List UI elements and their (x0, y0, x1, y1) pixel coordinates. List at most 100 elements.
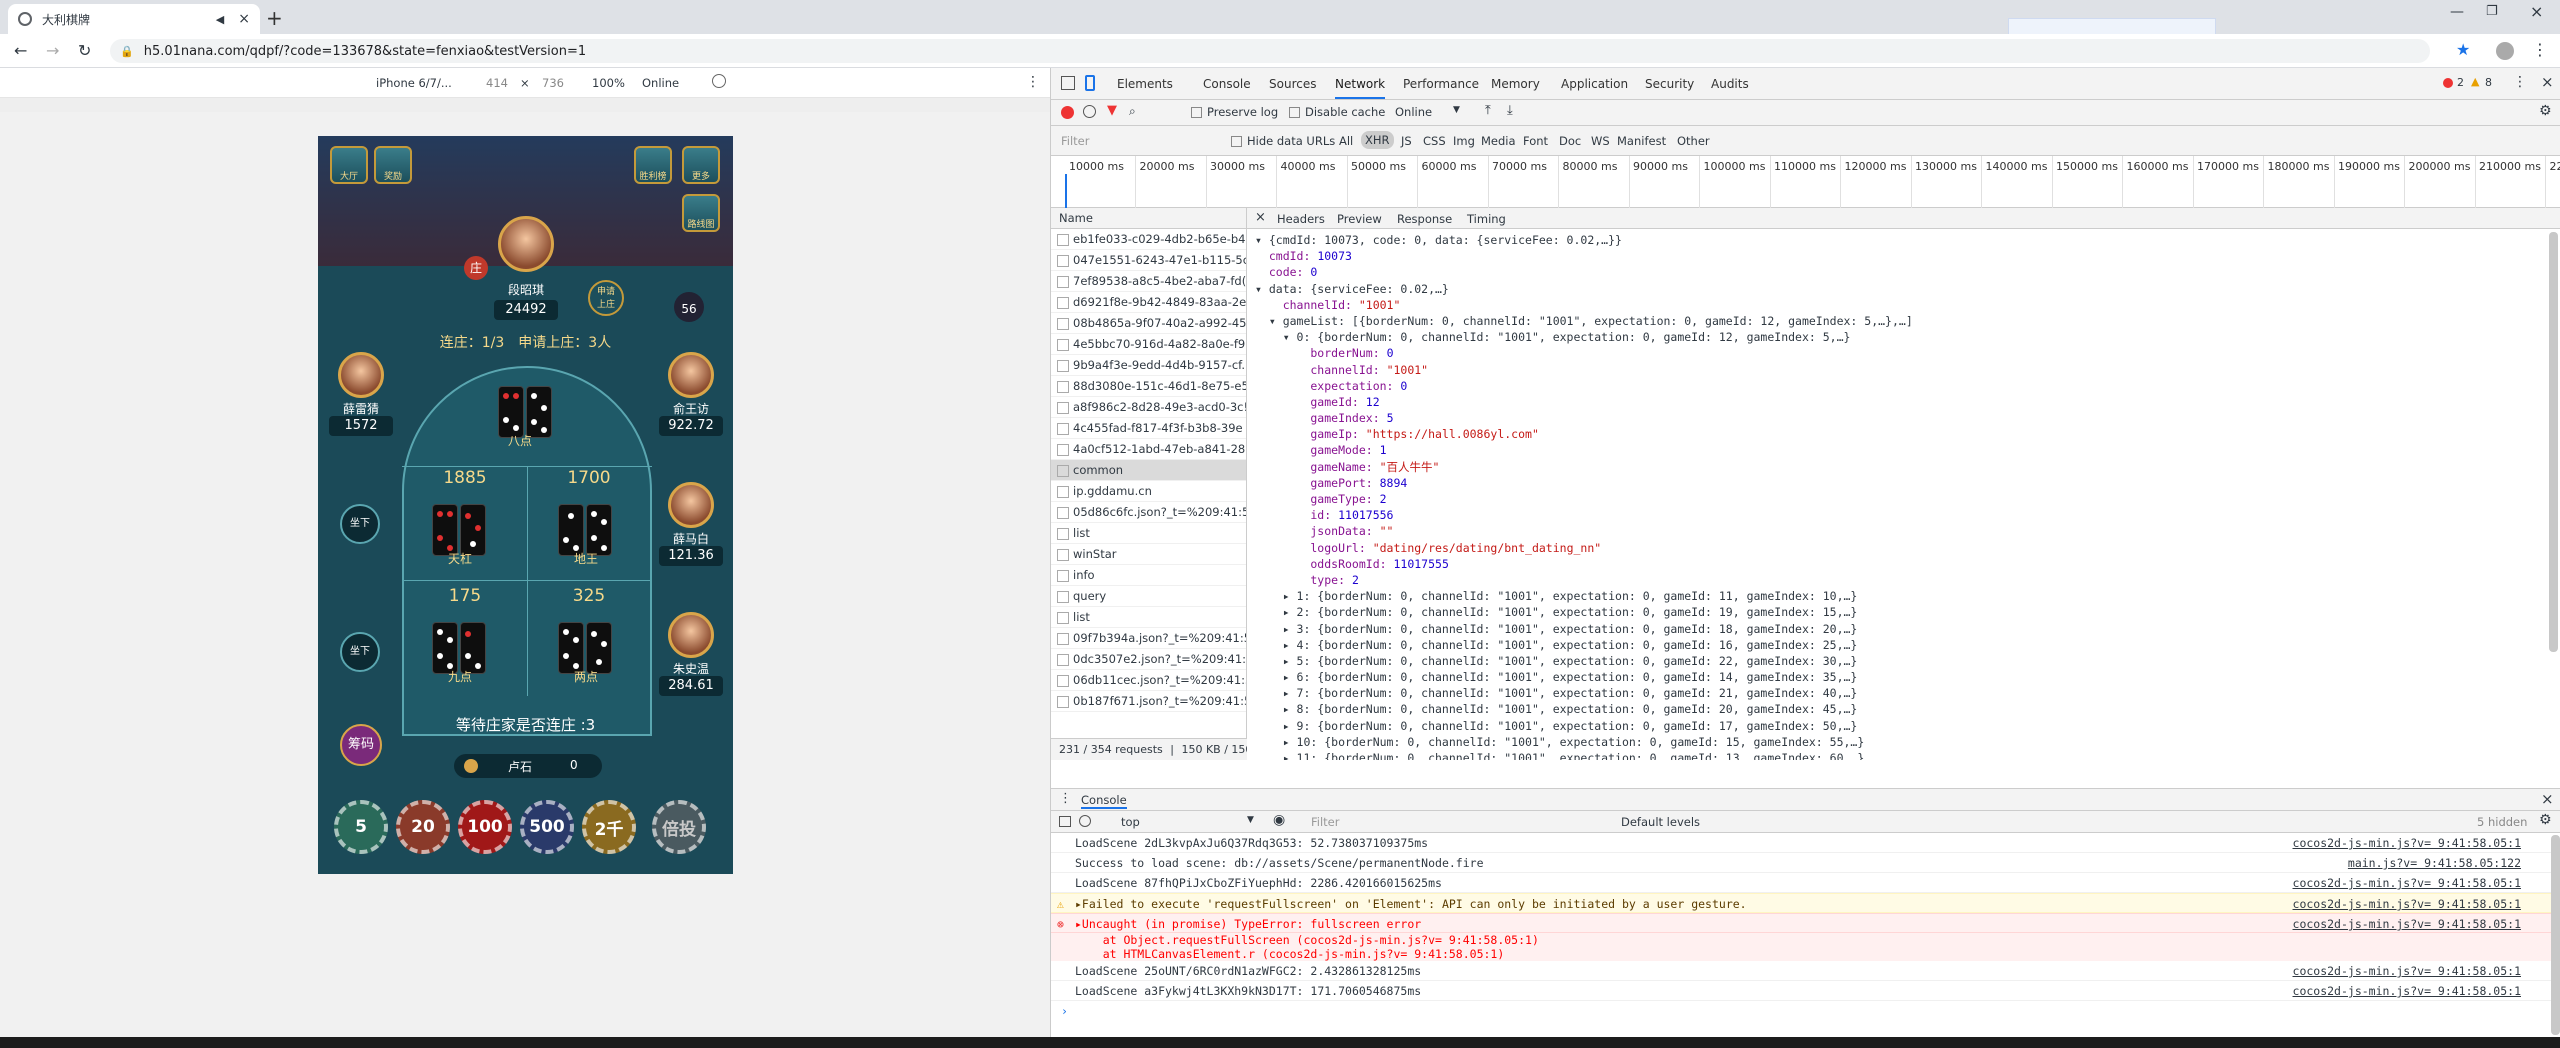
json-line[interactable]: jsonData: "" (1255, 523, 2560, 539)
json-line[interactable]: gameName: "百人牛牛" (1255, 459, 2560, 475)
sit-down-button[interactable]: 坐下 (340, 504, 380, 544)
source-link[interactable]: cocos2d-js-min.js?v= 9:41:58.05:1 (2293, 894, 2521, 914)
context-chevron-icon[interactable]: ▼ (1247, 815, 1254, 825)
json-line[interactable]: channelId: "1001" (1255, 362, 2560, 378)
preserve-log-checkbox[interactable] (1191, 107, 1202, 118)
profile-avatar[interactable] (2496, 42, 2514, 60)
request-row[interactable]: 9b9a4f3e-9edd-4d4b-9157-cf. (1051, 355, 1246, 376)
source-link[interactable]: cocos2d-js-min.js?v= 9:41:58.05:1 (2293, 961, 2521, 981)
chips-button[interactable]: 筹码 (340, 724, 382, 766)
json-line[interactable]: ▸ 8: {borderNum: 0, channelId: "1001", e… (1255, 701, 2560, 717)
media-query-bar[interactable] (0, 98, 1050, 112)
type-filter-all[interactable]: All (1339, 134, 1353, 148)
drawer-menu-icon[interactable]: ⋮ (1059, 791, 1072, 806)
double-bet-button[interactable]: 倍投 (652, 800, 706, 854)
request-row[interactable]: d6921f8e-9b42-4849-83aa-2e (1051, 292, 1246, 313)
request-row[interactable]: 06db11cec.json?_t=%209:41:5 (1051, 670, 1246, 691)
levels-select[interactable]: Default levels (1621, 815, 1700, 829)
export-har-icon[interactable]: ⤓ (1507, 103, 1513, 118)
tab-security[interactable]: Security (1645, 77, 1694, 91)
game-canvas[interactable]: 大厅 奖励 胜利榜 更多 路线图 庄 段昭琪 24492 申请 上庄 56 连庄… (318, 136, 733, 874)
more-grid-icon[interactable]: 更多 (682, 146, 720, 184)
json-line[interactable]: oddsRoomId: 11017555 (1255, 556, 2560, 572)
request-row[interactable]: 4e5bbc70-916d-4a82-8a0e-f9 (1051, 334, 1246, 355)
request-row[interactable]: winStar (1051, 544, 1246, 565)
request-row[interactable]: 88d3080e-151c-46d1-8e75-e5 (1051, 376, 1246, 397)
apply-banker-button[interactable]: 申请 上庄 (588, 280, 624, 316)
sit-down-button[interactable]: 坐下 (340, 632, 380, 672)
player-avatar[interactable] (668, 352, 714, 398)
request-row[interactable]: 0786d2e9f.json?_t=%209:41:5 (1051, 712, 1246, 717)
json-line[interactable]: gamePort: 8894 (1255, 475, 2560, 491)
request-row[interactable]: ip.gddamu.cn (1051, 481, 1246, 502)
network-select[interactable]: Online (642, 76, 679, 90)
chip-100[interactable]: 100 (458, 800, 512, 854)
filter-input[interactable]: Filter (1061, 134, 1231, 148)
json-line[interactable]: gameIndex: 5 (1255, 410, 2560, 426)
source-link[interactable]: cocos2d-js-min.js?v= 9:41:58.05:1 (2293, 914, 2521, 934)
chip-20[interactable]: 20 (396, 800, 450, 854)
eye-icon[interactable]: ◉ (1273, 812, 1285, 828)
json-line[interactable]: ▸ 9: {borderNum: 0, channelId: "1001", e… (1255, 718, 2560, 734)
device-toggle-icon[interactable] (1085, 75, 1095, 91)
online-count[interactable]: 56 (674, 292, 704, 322)
drawer-tab-console[interactable]: Console (1081, 793, 1127, 809)
mute-icon[interactable]: ◀ (216, 13, 224, 26)
source-link[interactable]: cocos2d-js-min.js?v= 9:41:58.05:1 (2293, 981, 2521, 1001)
tab-console[interactable]: Console (1203, 77, 1251, 91)
banker-avatar[interactable] (498, 216, 554, 272)
tab-preview[interactable]: Preview (1337, 212, 1382, 226)
json-line[interactable]: ▾ data: {serviceFee: 0.02,…} (1255, 281, 2560, 297)
bookmark-star-icon[interactable]: ★ (2456, 40, 2470, 59)
menu-icon[interactable]: ⋮ (2532, 40, 2548, 59)
close-drawer-icon[interactable]: × (2541, 790, 2554, 808)
player-avatar[interactable] (338, 352, 384, 398)
json-line[interactable]: ▸ 1: {borderNum: 0, channelId: "1001", e… (1255, 588, 2560, 604)
record-icon[interactable] (1061, 106, 1074, 119)
more-options-icon[interactable]: ⋮ (1026, 74, 1040, 90)
json-line[interactable]: ▸ 3: {borderNum: 0, channelId: "1001", e… (1255, 621, 2560, 637)
browser-tab[interactable]: 大利棋牌 ◀ × (8, 4, 260, 34)
request-row[interactable]: 4c455fad-f817-4f3f-b3b8-39e (1051, 418, 1246, 439)
request-row[interactable]: 08b4865a-9f07-40a2-a992-45 (1051, 313, 1246, 334)
hide-data-urls-checkbox[interactable] (1231, 136, 1242, 147)
close-tab-icon[interactable]: × (238, 11, 250, 27)
throttle-chevron-icon[interactable]: ▼ (1453, 105, 1460, 115)
device-width[interactable]: 414 (486, 76, 508, 90)
request-row[interactable]: 09f7b394a.json?_t=%209:41:57 (1051, 628, 1246, 649)
devtools-menu-icon[interactable]: ⋮ (2513, 74, 2527, 90)
console-filter-input[interactable]: Filter (1311, 815, 1339, 829)
zoom-select[interactable]: 100% (592, 76, 625, 90)
source-link[interactable]: cocos2d-js-min.js?v= 9:41:58.05:1 (2293, 873, 2521, 893)
network-overview[interactable]: 10000 ms 20000 ms 30000 ms 40000 ms 50000 ms… (1051, 156, 2560, 208)
clear-icon[interactable] (1083, 105, 1096, 118)
reload-icon[interactable]: ↻ (78, 41, 91, 60)
tab-performance[interactable]: Performance (1403, 77, 1479, 91)
tab-response[interactable]: Response (1397, 212, 1452, 226)
tab-audits[interactable]: Audits (1711, 77, 1749, 91)
omnibox[interactable]: 🔒 h5.01nana.com/qdpf/?code=133678&state=… (110, 39, 2430, 63)
type-filter-other[interactable]: Other (1677, 134, 1710, 148)
forward-icon[interactable]: → (46, 41, 59, 60)
inspect-icon[interactable] (1061, 76, 1075, 90)
request-row[interactable]: list (1051, 523, 1246, 544)
close-devtools-icon[interactable]: × (2541, 73, 2554, 91)
json-line[interactable]: ▸ 10: {borderNum: 0, channelId: "1001", … (1255, 734, 2560, 750)
json-line[interactable]: ▸ 4: {borderNum: 0, channelId: "1001", e… (1255, 637, 2560, 653)
warning-count[interactable]: 8 (2485, 76, 2492, 89)
error-count[interactable]: 2 (2457, 76, 2464, 89)
json-line[interactable]: cmdId: 10073 (1255, 248, 2560, 264)
hall-icon[interactable]: 大厅 (330, 146, 368, 184)
json-line[interactable]: ▸ 2: {borderNum: 0, channelId: "1001", e… (1255, 604, 2560, 620)
json-line[interactable]: borderNum: 0 (1255, 345, 2560, 361)
json-line[interactable]: ▾ 0: {borderNum: 0, channelId: "1001", e… (1255, 329, 2560, 345)
back-icon[interactable]: ← (14, 41, 27, 60)
chip-500[interactable]: 500 (520, 800, 574, 854)
console-message[interactable]: LoadScene 87fhQPiJxCboZFiYuephHd: 2286.4… (1051, 873, 2560, 893)
type-filter-doc[interactable]: Doc (1559, 134, 1581, 148)
player-avatar[interactable] (668, 612, 714, 658)
request-row[interactable]: 05d86c6fc.json?_t=%209:41:57 (1051, 502, 1246, 523)
request-row[interactable]: info (1051, 565, 1246, 586)
request-row[interactable]: query (1051, 586, 1246, 607)
chip-2k[interactable]: 2千 (582, 800, 636, 854)
